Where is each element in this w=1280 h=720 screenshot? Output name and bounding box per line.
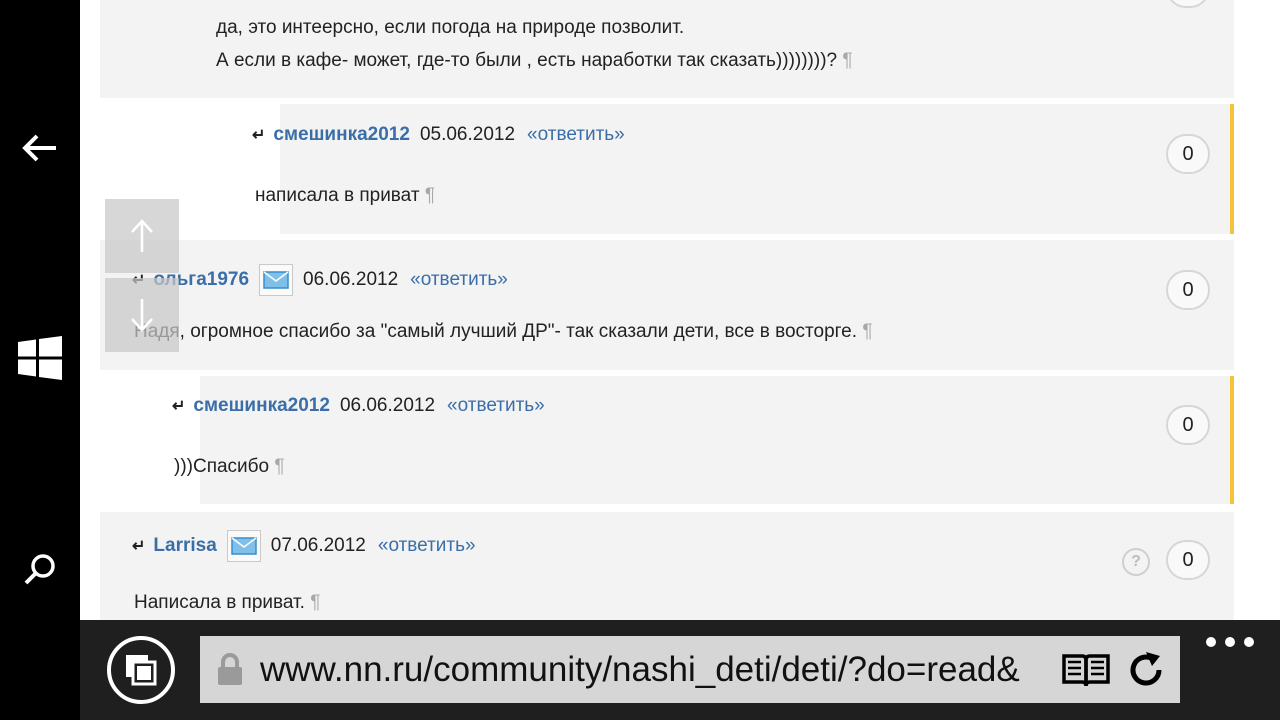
url-text[interactable]: www.nn.ru/community/nashi_deti/deti/?do=… [260, 636, 1042, 703]
author-link[interactable]: смешинка2012 [193, 395, 330, 417]
dot-icon [1225, 637, 1235, 647]
reply-arrow-icon: ↵ [132, 538, 146, 555]
comment-meta: ↵ Larrisa 07.06.2012 «ответить» [132, 530, 476, 562]
back-arrow-icon [22, 134, 56, 162]
refresh-icon[interactable] [1126, 650, 1166, 690]
scrollbar-track[interactable] [1234, 0, 1280, 620]
reading-view-icon[interactable] [1062, 650, 1110, 690]
system-nav-bar [0, 0, 80, 720]
comment-text: Написала в приват. ¶ [134, 592, 321, 613]
comment-date: 06.06.2012 [303, 269, 399, 290]
more-button[interactable] [1206, 632, 1254, 652]
search-button[interactable] [0, 540, 80, 600]
comment-meta: ↵ ольга1976 06.06.2012 «ответить» [132, 264, 508, 296]
dot-icon [1206, 637, 1216, 647]
comment-date: 05.06.2012 [419, 124, 516, 145]
scroll-down-button[interactable] [105, 278, 179, 352]
vote-counter[interactable]: 0 [1166, 540, 1210, 580]
pilcrow-icon[interactable]: ¶ [310, 592, 320, 613]
vote-counter[interactable]: 0 [1166, 134, 1210, 174]
comment-text-line: А если в кафе- может, где-то были , есть… [216, 50, 853, 71]
pilcrow-icon[interactable]: ¶ [274, 456, 284, 477]
comment-meta: ↵ смешинка2012 06.06.2012 «ответить» [172, 395, 545, 417]
start-button[interactable] [0, 328, 80, 388]
comment-block [100, 240, 1234, 370]
vote-counter[interactable]: 0 [1166, 270, 1210, 310]
scroll-up-button[interactable] [105, 199, 179, 273]
tabs-icon [126, 655, 157, 686]
envelope-icon [263, 271, 289, 289]
arrow-down-icon [131, 299, 153, 332]
pilcrow-icon[interactable]: ¶ [425, 185, 435, 206]
comment-text: написала в приват ¶ [255, 185, 436, 206]
pilcrow-icon[interactable]: ¶ [842, 50, 852, 71]
comment-text: )))Спасибо ¶ [174, 456, 285, 477]
envelope-icon [231, 537, 257, 555]
author-link[interactable]: Larrisa [153, 535, 216, 557]
reply-link[interactable]: «ответить» [527, 124, 625, 146]
comment-block-top [100, 0, 1234, 98]
address-field[interactable]: www.nn.ru/community/nashi_deti/deti/?do=… [200, 636, 1180, 703]
comment-date: 07.06.2012 [270, 535, 366, 556]
comment-text: Надя, огромное спасибо за "самый лучший … [134, 321, 873, 342]
tabs-button[interactable] [107, 636, 175, 704]
web-content[interactable]: да, это интеерсно, если погода на природ… [80, 0, 1280, 620]
comment-meta: ↵ смешинка2012 05.06.2012 «ответить» [252, 124, 625, 146]
reply-link[interactable]: «ответить» [410, 269, 508, 291]
reply-link[interactable]: «ответить» [447, 395, 545, 417]
vote-counter[interactable]: 0 [1166, 405, 1210, 445]
comment-text-line: да, это интеерсно, если погода на природ… [216, 17, 685, 38]
send-message-button[interactable] [226, 530, 261, 562]
browser-address-bar: www.nn.ru/community/nashi_deti/deti/?do=… [80, 620, 1280, 720]
search-icon [24, 554, 55, 585]
comment-date: 06.06.2012 [339, 395, 436, 416]
reply-arrow-icon: ↵ [172, 398, 186, 415]
lock-icon [218, 653, 242, 685]
back-button[interactable] [0, 118, 80, 178]
author-link[interactable]: смешинка2012 [273, 124, 410, 146]
windows-logo-icon [18, 336, 62, 380]
reply-link[interactable]: «ответить» [378, 535, 476, 557]
dot-icon [1244, 637, 1254, 647]
pilcrow-icon[interactable]: ¶ [862, 321, 872, 342]
send-message-button[interactable] [259, 264, 294, 296]
reply-arrow-icon: ↵ [252, 127, 266, 144]
help-icon[interactable]: ? [1122, 548, 1150, 576]
arrow-up-icon [131, 219, 153, 252]
